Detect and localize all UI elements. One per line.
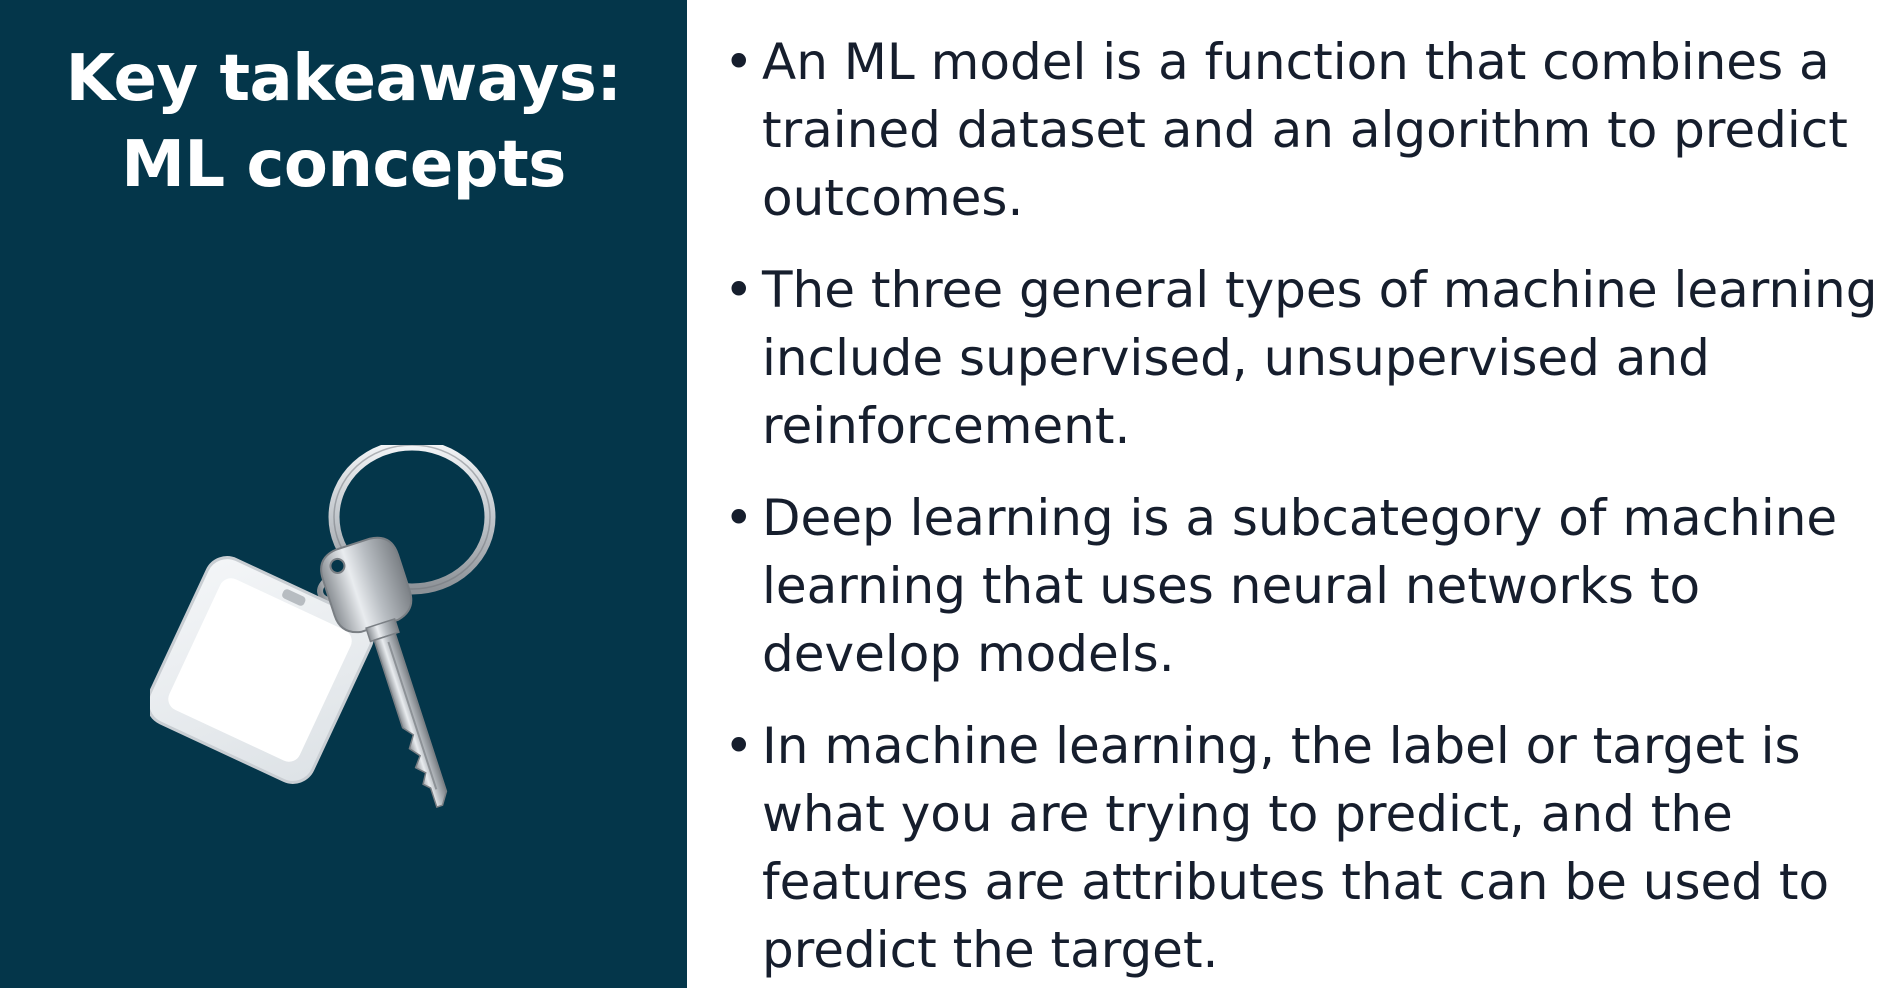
list-item: • Deep learning is a subcategory of mach… <box>687 484 1904 688</box>
bullet-dot: • <box>724 717 754 775</box>
slide: Key takeaways: ML concepts • An ML model… <box>0 0 1904 988</box>
takeaways-list: • An ML model is a function that combine… <box>687 28 1904 988</box>
bullet-text: In machine learning, the label or target… <box>762 717 1830 979</box>
bullet-dot: • <box>724 489 754 547</box>
right-panel: • An ML model is a function that combine… <box>687 0 1904 988</box>
bullet-dot: • <box>724 33 754 91</box>
title-line-2: ML concepts <box>121 128 566 202</box>
slide-title: Key takeaways: ML concepts <box>0 36 687 208</box>
left-panel: Key takeaways: ML concepts <box>0 0 687 988</box>
title-line-1: Key takeaways: <box>65 42 622 116</box>
bullet-text: Deep learning is a subcategory of machin… <box>762 489 1838 683</box>
list-item: • The three general types of machine lea… <box>687 256 1904 460</box>
keychain-icon <box>150 445 496 808</box>
bullet-text: An ML model is a function that combines … <box>762 33 1848 227</box>
bullet-text: The three general types of machine learn… <box>762 261 1878 455</box>
bullet-dot: • <box>724 261 754 319</box>
list-item: • An ML model is a function that combine… <box>687 28 1904 232</box>
list-item: • In machine learning, the label or targ… <box>687 712 1904 984</box>
